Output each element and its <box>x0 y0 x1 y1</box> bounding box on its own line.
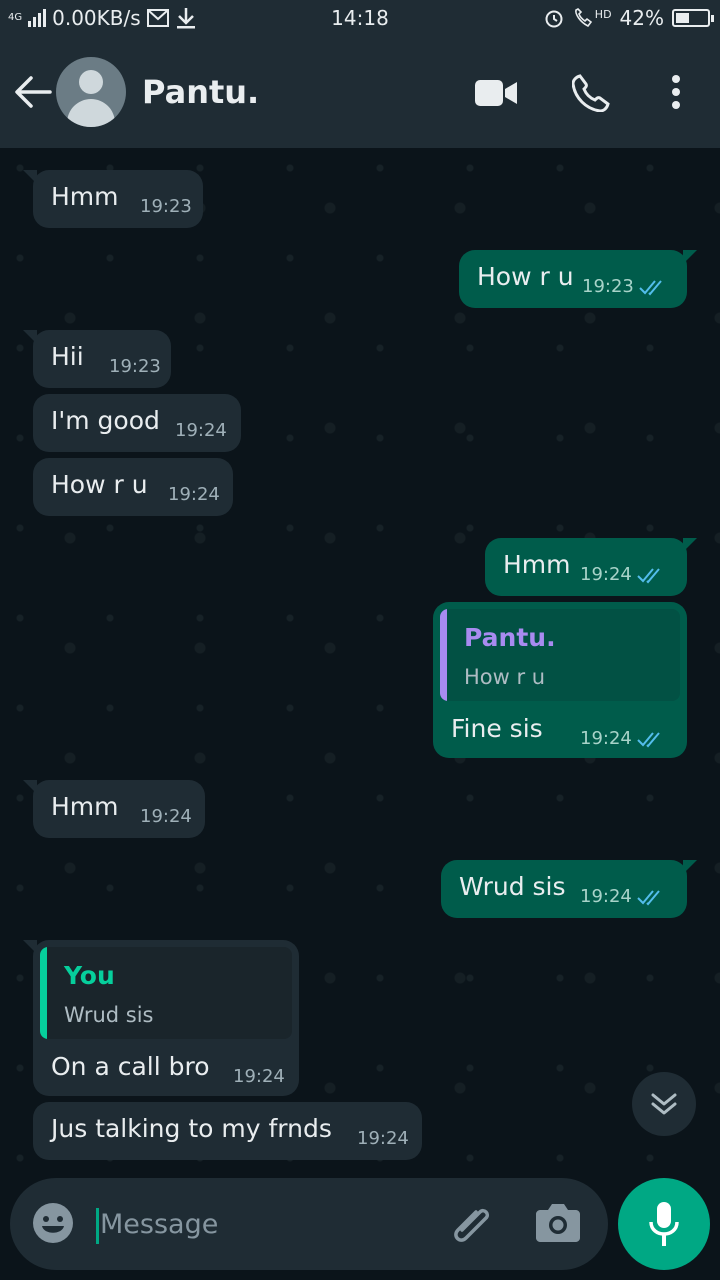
message-text: How r u <box>477 262 574 291</box>
message-outgoing[interactable]: Hmm 19:24 <box>485 538 697 596</box>
emoji-icon[interactable] <box>32 1202 74 1244</box>
hd-call-icon <box>574 8 592 28</box>
quoted-message[interactable]: Pantu. How r u <box>440 609 680 701</box>
message-text: Hmm <box>51 792 119 821</box>
bubble-tail <box>23 330 37 344</box>
text-cursor <box>96 1208 99 1244</box>
message-time: 19:24 <box>580 886 632 907</box>
message-time: 19:24 <box>233 1066 285 1087</box>
avatar-body <box>67 99 115 127</box>
more-options-icon[interactable] <box>670 74 682 110</box>
status-bar: 4G 0.00KB/s 14:18 HD 42% <box>0 0 720 36</box>
battery-fill <box>676 13 689 23</box>
quoted-message[interactable]: You Wrud sis <box>40 947 292 1039</box>
bubble-tail <box>683 250 697 264</box>
battery-icon <box>672 9 714 27</box>
message-list[interactable]: Hmm 19:23 How r u 19:23 Hii 19:23 I'm go… <box>0 148 720 1178</box>
message-text: I'm good <box>51 406 160 435</box>
chat-screen: 4G 0.00KB/s 14:18 HD 42% Pantu. Hmm 19:2… <box>0 0 720 1280</box>
message-text: Fine sis <box>451 714 543 743</box>
message-incoming[interactable]: I'm good 19:24 <box>33 394 241 452</box>
message-time: 19:24 <box>175 420 227 441</box>
message-time: 19:23 <box>582 276 634 297</box>
read-receipt-icon <box>639 280 662 296</box>
avatar-head <box>79 70 103 94</box>
message-incoming-reply[interactable]: You Wrud sis On a call bro 19:24 <box>23 940 299 1096</box>
mic-button[interactable] <box>618 1178 710 1270</box>
read-receipt-icon <box>637 890 660 906</box>
message-time: 19:24 <box>140 806 192 827</box>
message-time: 19:24 <box>357 1128 409 1149</box>
quote-text: How r u <box>464 665 546 689</box>
hd-label: HD <box>594 8 612 21</box>
read-receipt-icon <box>637 568 660 584</box>
bubble-tail <box>683 860 697 874</box>
scroll-down-icon <box>651 1093 677 1115</box>
message-outgoing-reply[interactable]: Pantu. How r u Fine sis 19:24 <box>433 602 687 758</box>
camera-icon[interactable] <box>536 1202 580 1242</box>
quote-text: Wrud sis <box>64 1003 154 1027</box>
chat-header: Pantu. <box>0 36 720 148</box>
bubble-tail <box>683 538 697 552</box>
message-text: Jus talking to my frnds <box>51 1114 332 1143</box>
attach-icon[interactable] <box>448 1200 496 1248</box>
quote-bar <box>40 947 47 1039</box>
message-time: 19:23 <box>140 196 192 217</box>
read-receipt-icon <box>637 732 660 748</box>
message-outgoing[interactable]: How r u 19:23 <box>459 250 697 308</box>
message-text: How r u <box>51 470 148 499</box>
message-input[interactable] <box>100 1200 430 1248</box>
message-text: On a call bro <box>51 1052 210 1081</box>
message-text: Hmm <box>51 182 119 211</box>
message-incoming[interactable]: How r u 19:24 <box>33 458 233 516</box>
message-text: Hii <box>51 342 84 371</box>
voice-call-icon[interactable] <box>572 74 610 112</box>
message-time: 19:24 <box>168 484 220 505</box>
message-incoming[interactable]: Hmm 19:24 <box>23 780 205 838</box>
mic-icon <box>649 1202 679 1246</box>
message-time: 19:24 <box>580 728 632 749</box>
composer-bar <box>10 1178 608 1270</box>
bubble-tail <box>23 780 37 794</box>
message-outgoing[interactable]: Wrud sis 19:24 <box>441 860 697 918</box>
quote-bar <box>440 609 447 701</box>
message-text: Wrud sis <box>459 872 566 901</box>
alarm-icon <box>545 10 563 28</box>
battery-percent: 42% <box>619 6 664 30</box>
quote-author: Pantu. <box>464 623 556 652</box>
message-incoming[interactable]: Hmm 19:23 <box>23 170 203 228</box>
contact-name[interactable]: Pantu. <box>142 73 259 111</box>
video-call-icon[interactable] <box>475 80 517 106</box>
bubble-tail <box>23 170 37 184</box>
back-arrow-icon[interactable] <box>14 74 52 110</box>
scroll-down-button[interactable] <box>632 1072 696 1136</box>
message-time: 19:23 <box>109 356 161 377</box>
quote-author: You <box>64 961 115 990</box>
message-text: Hmm <box>503 550 571 579</box>
bubble-tail <box>23 940 37 954</box>
message-incoming[interactable]: Jus talking to my frnds 19:24 <box>33 1102 422 1160</box>
message-incoming[interactable]: Hii 19:23 <box>23 330 171 388</box>
message-time: 19:24 <box>580 564 632 585</box>
avatar[interactable] <box>56 57 126 127</box>
hd-call-indicator: HD <box>572 8 612 28</box>
